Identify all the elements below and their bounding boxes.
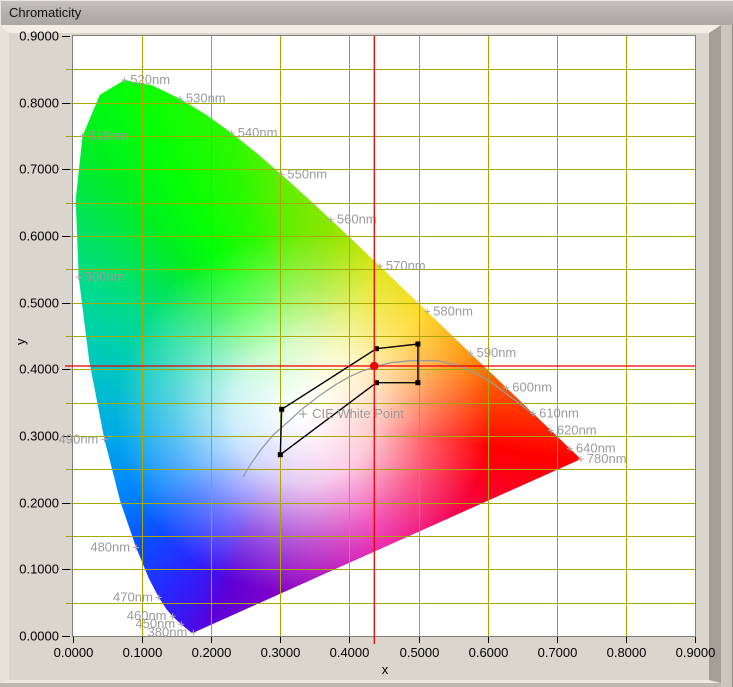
x-axis-title: x bbox=[377, 662, 393, 677]
panel-right-shadow bbox=[721, 25, 733, 687]
chromaticity-window: Chromaticity 0.00000.10000.20000.30000.4… bbox=[0, 0, 733, 687]
window-titlebar: Chromaticity bbox=[0, 0, 733, 25]
y-axis-title: y bbox=[13, 329, 29, 345]
window-title: Chromaticity bbox=[1, 1, 81, 24]
